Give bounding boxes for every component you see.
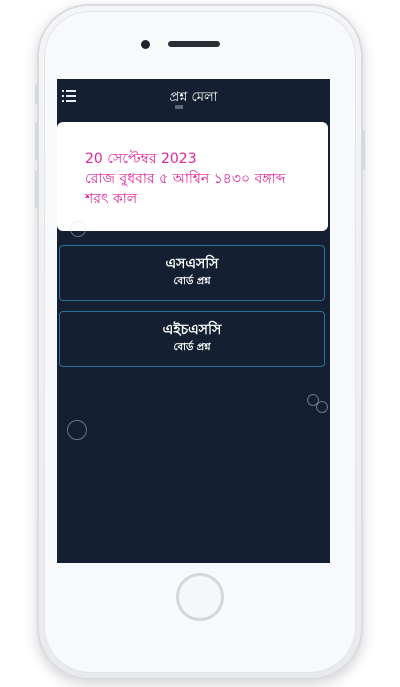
front-camera <box>141 40 150 49</box>
ssc-title: এসএসসি <box>165 256 219 272</box>
hsc-title: এইচএসসি <box>162 322 222 338</box>
earpiece-speaker <box>168 41 220 47</box>
watermark-mark <box>175 105 183 109</box>
ssc-subtitle: বোর্ড প্রশ্ন <box>173 276 211 287</box>
volume-down-button <box>35 170 38 208</box>
bangla-date: রোজ বুধবার ৫ আশ্বিন ১৪৩০ বঙ্গাব্দ <box>85 171 286 187</box>
app-bar: প্রশ্ন মেলা <box>57 79 330 115</box>
season-label: শরৎ কাল <box>85 191 138 207</box>
home-button[interactable] <box>176 573 224 621</box>
app-title: প্রশ্ন মেলা <box>169 90 218 105</box>
hsc-card[interactable]: এইচএসসি বোর্ড প্রশ্ন <box>59 311 325 367</box>
date-card: 20 সেপ্টেম্বর 2023 রোজ বুধবার ৫ আশ্বিন ১… <box>57 122 328 231</box>
power-button <box>362 130 365 170</box>
decorative-bubble <box>70 221 86 237</box>
decorative-bubble <box>67 420 87 440</box>
gregorian-date: 20 সেপ্টেম্বর 2023 <box>85 151 197 167</box>
hsc-subtitle: বোর্ড প্রশ্ন <box>173 342 211 353</box>
ssc-card[interactable]: এসএসসি বোর্ড প্রশ্ন <box>59 245 325 301</box>
volume-up-button <box>35 122 38 160</box>
decorative-bubble <box>316 401 328 413</box>
mute-switch <box>35 84 38 104</box>
app-screen: প্রশ্ন মেলা 20 সেপ্টেম্বর 2023 রোজ বুধবা… <box>57 79 330 563</box>
